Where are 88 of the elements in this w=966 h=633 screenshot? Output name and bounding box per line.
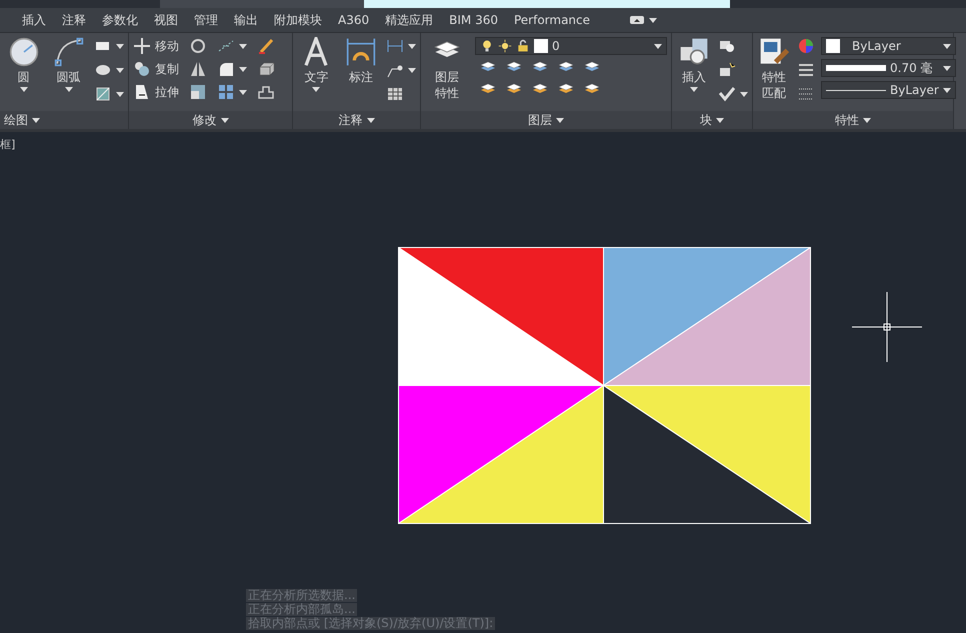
insert-block-icon[interactable]	[679, 37, 709, 67]
panel-title[interactable]: 修改	[192, 112, 216, 128]
ribbon-tab[interactable]: 附加模块	[266, 8, 330, 32]
lineweight-dropdown[interactable]: 0.70 毫	[821, 59, 956, 77]
arc-icon[interactable]	[54, 37, 84, 67]
caret-icon	[239, 44, 247, 48]
ribbon-tab[interactable]: 插入	[14, 8, 54, 32]
caret-icon	[239, 66, 247, 72]
layer-dropdown[interactable]: 0	[475, 37, 667, 55]
color-swatch	[826, 39, 840, 53]
ribbon-tab[interactable]: 注释	[54, 8, 94, 32]
caret-icon	[312, 87, 320, 92]
caret-icon	[863, 118, 871, 122]
ribbon-tab[interactable]: 视图	[146, 8, 186, 32]
viewport-label[interactable]: 框]	[0, 137, 16, 152]
move-button[interactable]: 移动	[133, 37, 179, 55]
panel-title[interactable]: 块	[700, 112, 712, 128]
dropdown-value: ByLayer	[890, 83, 939, 97]
caret-icon	[942, 44, 951, 48]
caret-icon	[20, 87, 28, 92]
padlock-icon[interactable]	[516, 39, 530, 53]
insert-button[interactable]: 插入	[676, 37, 712, 92]
table-icon[interactable]	[386, 85, 404, 103]
text-button[interactable]: 文字	[297, 37, 336, 92]
caret-icon	[220, 118, 228, 122]
copy-button[interactable]: 复制	[133, 60, 179, 78]
ribbon-tab[interactable]: Performance	[506, 8, 598, 32]
box-icon[interactable]	[257, 60, 275, 78]
edit-block-icon[interactable]	[718, 61, 736, 79]
stretch-icon[interactable]	[133, 83, 151, 101]
caret-icon	[116, 92, 124, 96]
caret-icon	[366, 118, 374, 122]
panel-title[interactable]: 图层	[528, 112, 552, 128]
panel-title[interactable]: 绘图	[4, 112, 28, 128]
dropdown-value: ByLayer	[851, 39, 902, 53]
caret-icon	[408, 68, 416, 72]
layer-name: 0	[552, 39, 561, 53]
edit-attributes-icon[interactable]	[718, 85, 736, 103]
circle-icon[interactable]	[8, 37, 38, 67]
rotate-icon[interactable]	[189, 37, 207, 55]
caret-icon	[740, 92, 748, 96]
linetype-dropdown[interactable]: ByLayer	[821, 81, 956, 99]
color-swatch	[534, 39, 548, 53]
panel-title[interactable]: 注释	[338, 112, 362, 128]
ribbon-tab[interactable]: 参数化	[94, 8, 146, 32]
lineweight-icon[interactable]	[797, 61, 815, 79]
caret-icon	[116, 68, 124, 72]
layer-properties-button[interactable]: 图层特性	[425, 37, 469, 101]
color-wheel-icon[interactable]	[797, 37, 815, 55]
caret-icon	[239, 90, 247, 94]
caret-icon	[942, 88, 951, 92]
arc-button[interactable]: 圆弧	[49, 37, 88, 92]
brush-icon[interactable]	[257, 37, 275, 55]
caret-icon	[649, 18, 658, 22]
caret-icon	[942, 66, 951, 70]
caret-icon	[116, 44, 124, 48]
hatch-icon[interactable]	[94, 85, 112, 103]
stretch-button[interactable]: 拉伸	[133, 83, 179, 101]
scale-icon[interactable]	[189, 83, 207, 101]
caret-icon	[716, 118, 724, 122]
fillet-icon[interactable]	[217, 60, 235, 78]
caret-icon	[690, 87, 698, 92]
ribbon-tab[interactable]: BIM 360	[441, 8, 506, 32]
panel-title[interactable]: 特性	[835, 112, 859, 128]
lineweight-bar	[826, 65, 886, 71]
ribbon-tab[interactable]: 管理	[186, 8, 226, 32]
linear-dimension-icon[interactable]	[386, 37, 404, 55]
crosshair-cursor-icon	[852, 292, 922, 362]
caret-icon	[32, 118, 40, 122]
match-properties-button[interactable]: 特性匹配	[757, 37, 791, 101]
caret-icon	[408, 44, 416, 48]
caret-icon	[64, 87, 72, 92]
caret-icon	[654, 44, 662, 48]
dimension-icon[interactable]	[346, 37, 376, 67]
dropdown-value: 0.70 毫	[890, 60, 934, 76]
ribbon-tab[interactable]: A360	[330, 8, 378, 32]
copy-circles-icon[interactable]	[133, 60, 151, 78]
array-icon[interactable]	[217, 83, 235, 101]
caret-icon	[556, 118, 564, 122]
lightbulb-icon[interactable]	[480, 39, 494, 53]
sun-icon[interactable]	[498, 39, 512, 53]
dimension-button[interactable]: 标注	[342, 37, 380, 85]
ribbon-tab[interactable]: 输出	[226, 8, 266, 32]
ribbon-tab[interactable]: 精选应用	[377, 8, 442, 32]
mirror-icon[interactable]	[189, 60, 207, 78]
circle-button[interactable]: 圆	[4, 37, 43, 92]
color-dropdown[interactable]: ByLayer	[821, 37, 956, 55]
move-arrows-icon[interactable]	[133, 37, 151, 55]
